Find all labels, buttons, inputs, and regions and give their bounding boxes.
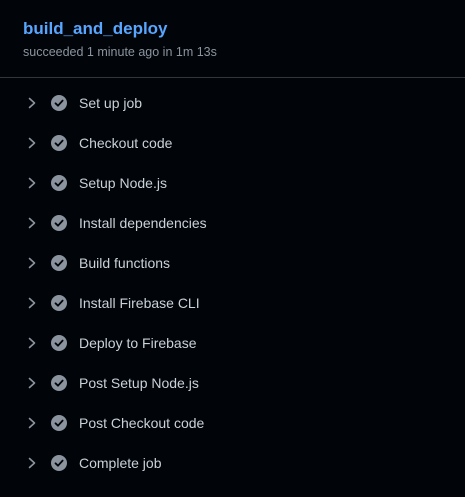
chevron-right-icon bbox=[28, 177, 36, 189]
step-label: Install Firebase CLI bbox=[79, 295, 200, 311]
job-header: build_and_deploy succeeded 1 minute ago … bbox=[0, 0, 465, 78]
step-label: Deploy to Firebase bbox=[79, 335, 197, 351]
step-label: Post Setup Node.js bbox=[79, 375, 199, 391]
step-row[interactable]: Post Setup Node.js bbox=[0, 363, 465, 403]
check-circle-icon bbox=[51, 215, 67, 231]
step-label: Build functions bbox=[79, 255, 171, 271]
step-row[interactable]: Install dependencies bbox=[0, 203, 465, 243]
job-status-text: succeeded 1 minute ago in 1m 13s bbox=[23, 45, 217, 59]
step-row[interactable]: Checkout code bbox=[0, 123, 465, 163]
job-title-link[interactable]: build_and_deploy bbox=[23, 19, 168, 39]
step-label: Complete job bbox=[79, 455, 162, 471]
chevron-right-icon bbox=[28, 297, 36, 309]
check-circle-icon bbox=[51, 295, 67, 311]
step-row[interactable]: Setup Node.js bbox=[0, 163, 465, 203]
chevron-right-icon bbox=[28, 417, 36, 429]
steps-list: Set up job Checkout code Setup Node.js I… bbox=[0, 78, 465, 483]
check-circle-icon bbox=[51, 95, 67, 111]
check-circle-icon bbox=[51, 335, 67, 351]
chevron-right-icon bbox=[28, 217, 36, 229]
step-row[interactable]: Post Checkout code bbox=[0, 403, 465, 443]
chevron-right-icon bbox=[28, 457, 36, 469]
check-circle-icon bbox=[51, 135, 67, 151]
step-row[interactable]: Build functions bbox=[0, 243, 465, 283]
step-row[interactable]: Deploy to Firebase bbox=[0, 323, 465, 363]
step-row[interactable]: Complete job bbox=[0, 443, 465, 483]
chevron-right-icon bbox=[28, 257, 36, 269]
check-circle-icon bbox=[51, 455, 67, 471]
step-row[interactable]: Set up job bbox=[0, 83, 465, 123]
step-label: Checkout code bbox=[79, 135, 173, 151]
step-label: Install dependencies bbox=[79, 215, 207, 231]
chevron-right-icon bbox=[28, 97, 36, 109]
chevron-right-icon bbox=[28, 377, 36, 389]
check-circle-icon bbox=[51, 175, 67, 191]
step-label: Set up job bbox=[79, 95, 143, 111]
check-circle-icon bbox=[51, 375, 67, 391]
step-label: Setup Node.js bbox=[79, 175, 167, 191]
chevron-right-icon bbox=[28, 337, 36, 349]
step-label: Post Checkout code bbox=[79, 415, 205, 431]
check-circle-icon bbox=[51, 255, 67, 271]
step-row[interactable]: Install Firebase CLI bbox=[0, 283, 465, 323]
chevron-right-icon bbox=[28, 137, 36, 149]
check-circle-icon bbox=[51, 415, 67, 431]
